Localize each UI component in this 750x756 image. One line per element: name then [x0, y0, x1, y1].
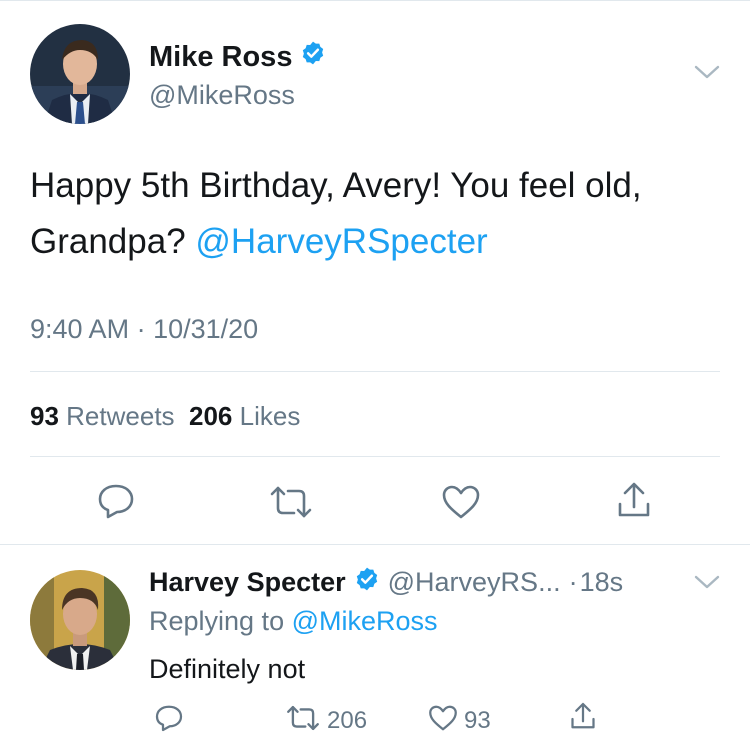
- tweet-time: 9:40 AM: [30, 314, 130, 344]
- retweets-stat[interactable]: 93 Retweets: [30, 401, 175, 431]
- retweet-icon[interactable]: [268, 484, 314, 520]
- main-tweet-text: Happy 5th Birthday, Avery! You feel old,…: [30, 158, 710, 270]
- top-divider: [0, 0, 750, 1]
- meta-separator: ·: [136, 314, 146, 344]
- retweet-icon: [285, 704, 321, 737]
- reply-time-separator: ·: [568, 567, 578, 597]
- reply-header: Harvey Specter @HarveyRS... · 18s: [149, 566, 623, 599]
- tweet-date: 10/31/20: [153, 314, 259, 344]
- main-author-display-name[interactable]: Mike Ross: [149, 41, 292, 74]
- main-author-handle[interactable]: @MikeRoss: [149, 80, 295, 111]
- mention-link[interactable]: @HarveyRSpecter: [195, 222, 487, 261]
- reply-retweet-action[interactable]: 206: [285, 704, 367, 737]
- chevron-down-icon[interactable]: [693, 572, 721, 597]
- reply-like-action[interactable]: 93: [428, 704, 491, 737]
- share-icon[interactable]: [568, 700, 598, 732]
- stats-bottom-divider: [30, 456, 720, 457]
- retweets-label: Retweets: [66, 401, 175, 431]
- share-icon[interactable]: [614, 480, 654, 520]
- reply-author-handle[interactable]: @HarveyRS...: [388, 567, 561, 598]
- retweets-count: 93: [30, 401, 59, 431]
- likes-label: Likes: [239, 401, 301, 431]
- reply-time-ago[interactable]: 18s: [580, 567, 624, 598]
- reply-icon[interactable]: [96, 482, 136, 520]
- reply-retweet-count: 206: [327, 706, 368, 734]
- main-author-name-row: Mike Ross: [149, 40, 326, 74]
- likes-stat[interactable]: 206 Likes: [189, 401, 300, 431]
- mike-ross-avatar[interactable]: [30, 24, 130, 124]
- like-icon: [428, 704, 458, 737]
- reply-icon[interactable]: [154, 703, 184, 733]
- tweet-stats: 93 Retweets 206 Likes: [30, 401, 300, 432]
- verified-badge-icon: [354, 566, 380, 599]
- stats-top-divider: [30, 371, 720, 372]
- replying-to-mention[interactable]: @MikeRoss: [292, 606, 438, 636]
- reply-like-count: 93: [464, 706, 491, 734]
- replying-to-line: Replying to @MikeRoss: [149, 606, 438, 637]
- reply-tweet-text: Definitely not: [149, 654, 306, 684]
- likes-count: 206: [189, 401, 233, 431]
- thread-divider: [0, 544, 750, 545]
- main-tweet-timestamp[interactable]: 9:40 AM · 10/31/20: [30, 314, 258, 345]
- verified-badge-icon: [300, 40, 326, 74]
- like-icon[interactable]: [441, 484, 481, 520]
- reply-author-display-name[interactable]: Harvey Specter: [149, 567, 346, 598]
- chevron-down-icon[interactable]: [693, 62, 721, 87]
- replying-to-label: Replying to: [149, 606, 285, 636]
- harvey-specter-avatar[interactable]: [30, 570, 130, 670]
